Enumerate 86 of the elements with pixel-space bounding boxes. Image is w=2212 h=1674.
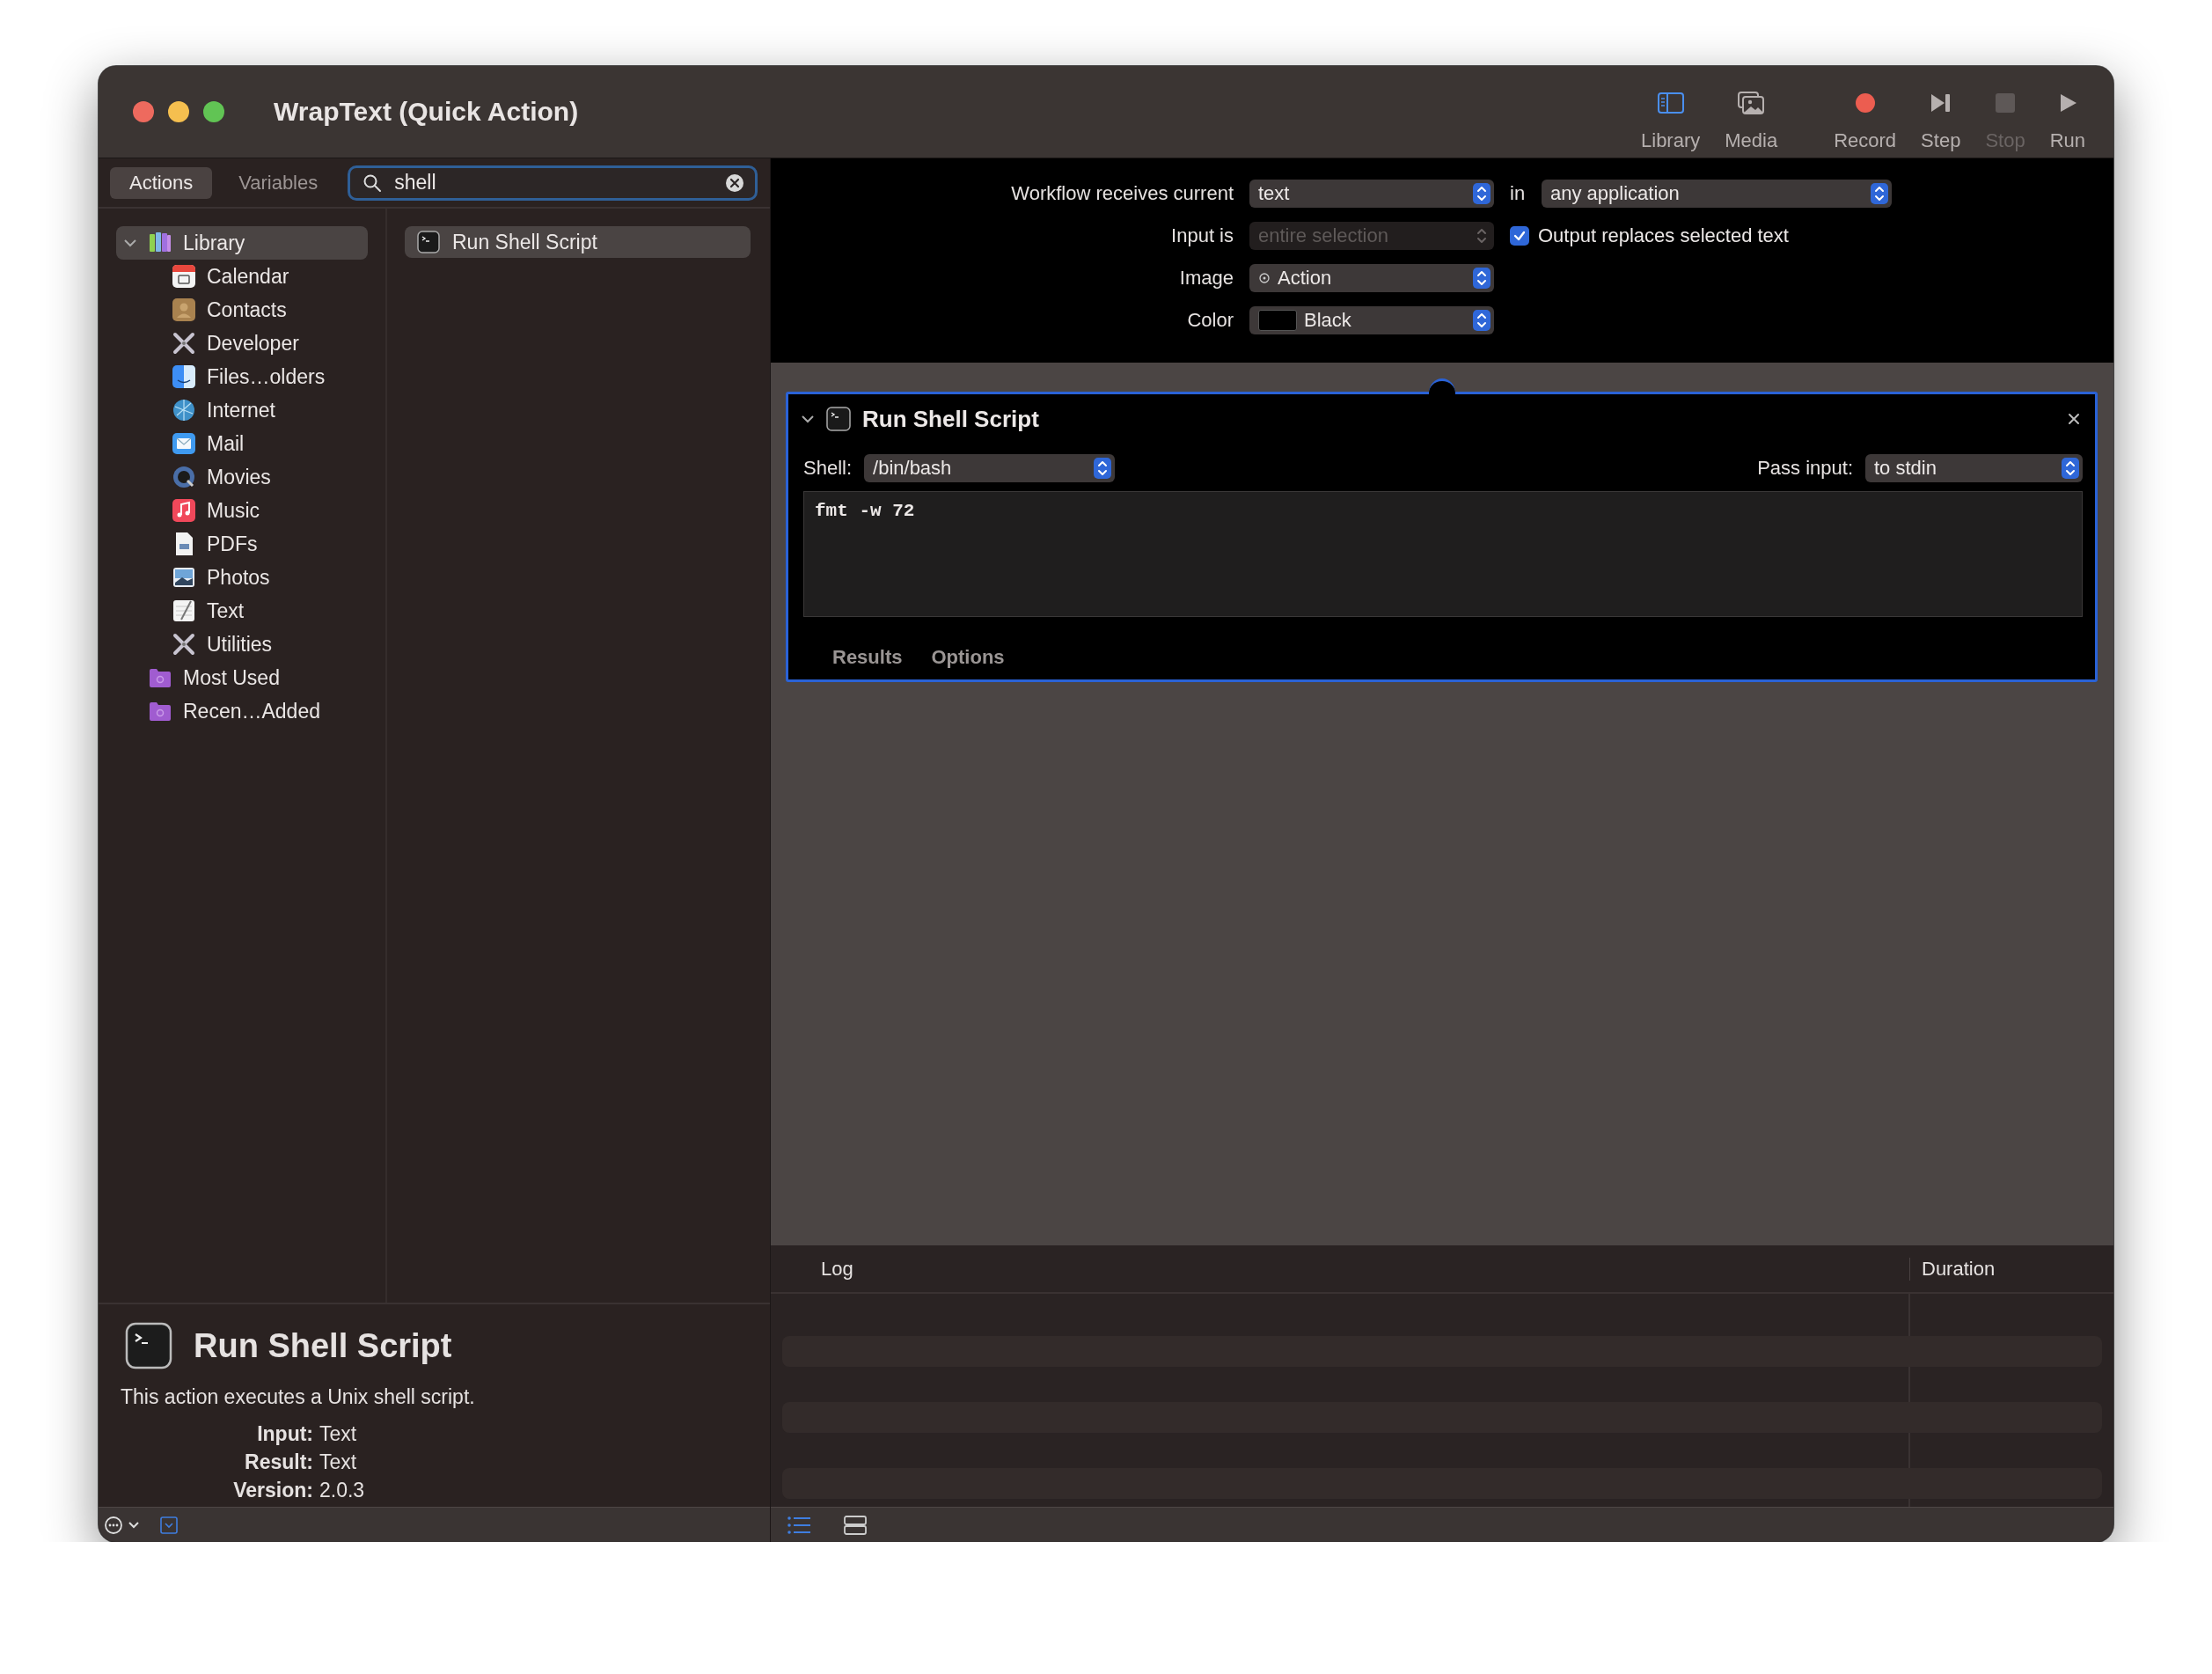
field-label: Workflow receives current [1010,182,1234,205]
sidebar-item[interactable]: Photos [116,561,368,594]
color-popup[interactable]: Black [1249,306,1494,334]
toolbar-button[interactable]: Library [1629,91,1713,152]
detail-value: Text [319,1450,358,1475]
column-header[interactable]: Duration [1910,1257,1996,1281]
shell-popup[interactable]: /bin/bash [864,454,1116,482]
close-button[interactable] [133,101,154,122]
checkmark-icon [1513,229,1527,243]
color-swatch [1258,310,1297,331]
notepad-icon [172,598,196,623]
window-title: WrapText (Quick Action) [274,97,579,127]
sidebar-item[interactable]: Mail [116,427,368,460]
sidebar-item[interactable]: Movies [116,460,368,494]
detail-label: Input: [256,1421,313,1447]
sidebar-tab[interactable]: Actions [110,166,213,199]
sidebar-tab[interactable]: Variables [219,166,338,199]
stepper-icon [2062,458,2079,479]
script-editor[interactable]: fmt -w 72 [803,491,2083,617]
sidebar-item[interactable]: Developer [116,327,368,360]
detail-value: 2.0.3 [319,1478,366,1503]
tools-icon [172,331,196,356]
calendar-icon [172,264,196,289]
search-field[interactable]: shell [348,165,758,201]
field-label: Pass input: [1757,457,1853,480]
action-title: Run Shell Script [194,1326,452,1365]
action-item[interactable]: Run Shell Script [405,226,751,258]
music-icon [172,498,196,523]
terminal-icon [826,407,851,431]
player-icon [172,465,196,489]
detail-value: Text [319,1421,358,1447]
sidebar-item[interactable]: Most Used [116,661,368,694]
output-replaces-checkbox[interactable]: Output replaces selected text [1510,224,1892,247]
action-description: This action executes a Unix shell script. [121,1385,476,1409]
field-label: Image [1178,267,1234,290]
sidebar-item[interactable]: PDFs [116,527,368,561]
pass-input-popup[interactable]: to stdin [1865,454,2083,482]
sidebar-item[interactable]: Contacts [116,293,368,327]
rows-icon [843,1514,868,1536]
minimize-button[interactable] [168,101,189,122]
checkbox-icon[interactable] [158,1514,179,1536]
close-icon[interactable] [2067,412,2081,426]
sidebar-item[interactable]: Utilities [116,628,368,661]
card-tab[interactable]: Options [931,646,1005,669]
toolbar-button[interactable]: Record [1821,91,1909,152]
globe-icon [172,398,196,422]
detail-label: Version: [232,1478,313,1503]
field-label: Color [1186,309,1234,332]
input-type-popup[interactable]: text [1249,180,1494,208]
tools-icon [172,632,196,657]
sidebar-item[interactable]: Text [116,594,368,628]
field-label: in [1510,182,1526,205]
toolbar-button[interactable]: Run [2037,91,2098,152]
stepper-icon [1094,458,1112,479]
toolbar-button[interactable]: Media [1712,91,1791,152]
card-tab[interactable]: Results [832,646,903,669]
sidebar-item[interactable]: Files…olders [116,360,368,393]
mail-icon [172,431,196,456]
application-popup[interactable]: any application [1542,180,1892,208]
image-popup[interactable]: Action [1249,264,1494,292]
photos-icon [1737,91,1766,115]
contacts-icon [172,297,196,322]
list-icon [787,1515,811,1535]
stepper-icon [1871,183,1888,204]
toolbar-button[interactable]: Step [1908,91,1974,152]
sidebar-item[interactable]: Recen…Added [116,694,368,728]
stepper-icon [1473,183,1491,204]
clear-icon[interactable] [725,173,744,193]
sidebar-item[interactable]: Internet [116,393,368,427]
sidebar-item[interactable]: Music [116,494,368,527]
field-label: Input is [1170,224,1234,247]
sidebar-icon [1656,91,1685,115]
sidebar-item[interactable]: Library [116,226,368,260]
field-label: Shell: [803,457,853,480]
sidebar-item[interactable]: Calendar [116,260,368,293]
finder-icon [172,364,196,389]
stepper-icon [1473,268,1491,289]
detail-label: Result: [244,1450,313,1475]
image-icon [172,565,196,590]
search-icon [363,173,383,193]
zoom-button[interactable] [203,101,224,122]
column-header[interactable]: Log [821,1257,1910,1281]
terminal-icon [125,1322,172,1369]
stepper-icon [1473,310,1491,331]
action-title: Run Shell Script [862,405,1039,433]
terminal-icon [417,231,440,253]
